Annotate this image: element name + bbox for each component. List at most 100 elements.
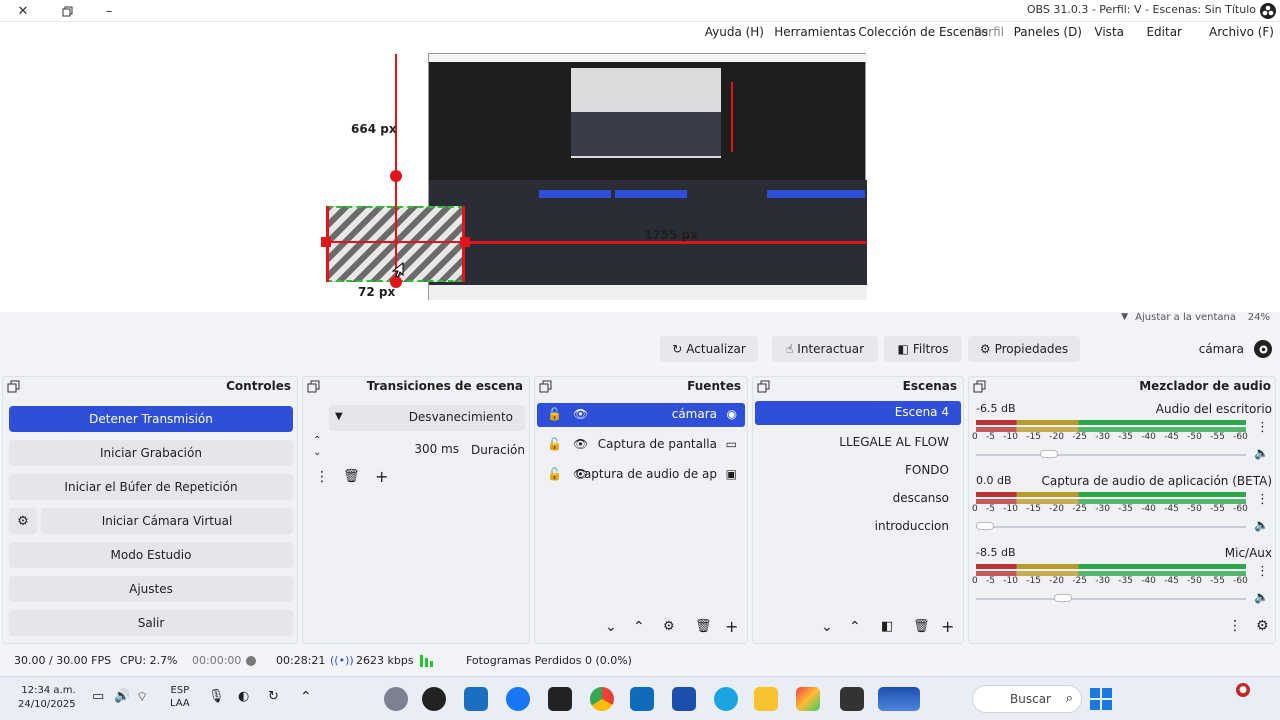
undock-icon[interactable] — [973, 380, 986, 393]
move-down-icon[interactable]: ⌄ — [605, 619, 617, 635]
more-options-icon[interactable]: ⋮ — [1256, 492, 1269, 507]
calendar-icon[interactable] — [672, 687, 696, 711]
stop-streaming-button[interactable]: Detener Transmisión — [9, 406, 293, 432]
facebook-icon[interactable] — [506, 687, 530, 711]
notification-badge[interactable]: ● — [1236, 683, 1250, 697]
menu-herramientas[interactable]: Herramientas — [774, 25, 856, 39]
duration-spinbox[interactable]: 300 ms ⌃ ⌄ — [313, 435, 469, 463]
menu-vista[interactable]: Vista — [1094, 25, 1124, 39]
wifi-icon[interactable]: ⌔ — [136, 689, 148, 705]
handle-left[interactable] — [321, 237, 331, 247]
delete-scene-icon[interactable]: 🗑 — [913, 619, 930, 634]
scene-item[interactable]: introduccion — [875, 519, 949, 533]
copilot-icon[interactable] — [796, 687, 820, 711]
file-explorer-icon[interactable] — [754, 687, 778, 711]
volume-slider[interactable] — [976, 598, 1246, 600]
undock-icon[interactable] — [307, 380, 320, 393]
lock-icon[interactable]: 🔓 — [547, 467, 562, 481]
handle-right[interactable] — [460, 237, 470, 247]
tray-app-icon[interactable]: ◐ — [238, 689, 249, 704]
move-down-icon[interactable]: ⌄ — [821, 619, 833, 635]
preview-canvas[interactable]: 664 px 1755 px 72 px — [0, 44, 1280, 312]
more-options-icon[interactable]: ⋮ — [1256, 564, 1269, 579]
scene-item[interactable]: LLEGALE AL FLOW — [839, 435, 949, 449]
speaker-icon[interactable]: 🔈 — [1254, 518, 1269, 532]
start-virtual-camera-button[interactable]: Iniciar Cámara Virtual — [41, 508, 293, 534]
scene-filter-icon[interactable]: ◧ — [881, 619, 893, 634]
exit-button[interactable]: Salir — [9, 610, 293, 636]
volume-slider[interactable] — [976, 526, 1246, 528]
settings-app-icon[interactable] — [384, 687, 408, 711]
zoom-dropdown-icon[interactable]: ▼ — [1121, 312, 1128, 322]
mixer-menu-icon[interactable]: ⋮ — [1228, 618, 1242, 634]
source-properties-icon[interactable]: ⚙ — [663, 619, 675, 634]
terminal-icon[interactable] — [840, 687, 864, 711]
settings-button[interactable]: Ajustes — [9, 576, 293, 602]
clock[interactable]: 12:34 a.m. 24/10/2025 — [18, 684, 76, 712]
app-icon[interactable] — [464, 687, 488, 711]
outlook-icon[interactable] — [630, 687, 654, 711]
obs-taskbar-icon[interactable] — [422, 687, 446, 711]
transition-menu-icon[interactable]: ⋮ — [315, 469, 329, 485]
add-transition-icon[interactable]: + — [375, 467, 388, 486]
scene-item[interactable]: FONDO — [905, 463, 949, 477]
properties-button[interactable]: ⚙ Propiedades — [968, 336, 1080, 362]
volume-slider-handle[interactable] — [976, 522, 994, 530]
virtual-camera-settings-icon[interactable]: ⚙ — [9, 508, 37, 534]
add-scene-icon[interactable]: + — [941, 617, 954, 636]
capcut-icon[interactable] — [548, 687, 572, 711]
handle-top[interactable] — [390, 170, 402, 182]
move-up-icon[interactable]: ⌃ — [633, 619, 645, 635]
battery-icon[interactable]: ▭ — [92, 689, 104, 704]
menu-coleccion-escenas[interactable]: Colección de Escenas — [858, 25, 988, 39]
mixer-settings-icon[interactable]: ⚙ — [1256, 618, 1269, 634]
delete-transition-icon[interactable]: 🗑 — [343, 469, 360, 484]
edge-icon[interactable] — [714, 687, 738, 711]
news-widget-icon[interactable] — [878, 687, 920, 711]
scene-item[interactable]: descanso — [893, 491, 949, 505]
volume-slider-handle[interactable] — [1040, 450, 1058, 458]
tray-sync-icon[interactable]: ↻ — [268, 689, 279, 704]
lock-icon[interactable]: 🔓 — [547, 407, 562, 421]
language-indicator[interactable]: ESP LAA — [170, 684, 190, 710]
microphone-icon[interactable]: 🎙 — [208, 689, 225, 704]
lock-icon[interactable]: 🔓 — [547, 437, 562, 451]
close-window-icon[interactable]: ✕ — [14, 2, 32, 20]
undock-icon[interactable] — [7, 380, 20, 393]
menu-archivo[interactable]: Archivo (F) — [1209, 25, 1274, 39]
move-up-icon[interactable]: ⌃ — [849, 619, 861, 635]
zoom-mode[interactable]: Ajustar a la ventana — [1135, 312, 1236, 323]
filters-button[interactable]: ◧ Filtros — [884, 336, 962, 362]
volume-icon[interactable]: 🔊 — [114, 689, 130, 704]
interact-button[interactable]: ☝ Interactuar — [772, 336, 878, 362]
maximize-window-icon[interactable] — [58, 2, 76, 20]
chrome-icon[interactable] — [590, 687, 614, 711]
chevron-up-icon[interactable]: ⌃ — [300, 689, 312, 705]
source-item[interactable]: Captura de pantalla — [598, 437, 717, 451]
spin-down-icon[interactable]: ⌄ — [313, 447, 321, 458]
more-options-icon[interactable]: ⋮ — [1256, 420, 1269, 435]
visibility-eye-icon[interactable]: 👁 — [573, 467, 588, 481]
menu-ayuda[interactable]: Ayuda (H) — [705, 25, 764, 39]
start-recording-button[interactable]: Iniciar Grabación — [9, 440, 293, 466]
source-item[interactable]: cámara — [672, 407, 717, 421]
studio-mode-button[interactable]: Modo Estudio — [9, 542, 293, 568]
spin-up-icon[interactable]: ⌃ — [313, 435, 321, 446]
delete-source-icon[interactable]: 🗑 — [695, 619, 712, 634]
undock-icon[interactable] — [539, 380, 552, 393]
menu-editar[interactable]: Editar — [1146, 25, 1182, 39]
taskbar-search[interactable]: ⌕ Buscar — [972, 685, 1082, 713]
transition-type-select[interactable]: ▼ Desvanecimiento — [329, 405, 525, 431]
minimize-window-icon[interactable]: – — [100, 2, 118, 20]
add-source-icon[interactable]: + — [725, 617, 738, 636]
undock-icon[interactable] — [757, 380, 770, 393]
speaker-icon[interactable]: 🔈 — [1254, 590, 1269, 604]
menu-paneles[interactable]: Paneles (D) — [1014, 25, 1082, 39]
visibility-eye-icon[interactable]: 👁 — [573, 407, 588, 421]
volume-slider[interactable] — [976, 454, 1246, 456]
start-replay-buffer-button[interactable]: Iniciar el Búfer de Repetición — [9, 474, 293, 500]
scene-item[interactable]: Escena 4 — [895, 405, 949, 419]
refresh-button[interactable]: ↻ Actualizar — [660, 336, 758, 362]
volume-slider-handle[interactable] — [1054, 594, 1072, 602]
start-button[interactable] — [1088, 686, 1114, 712]
